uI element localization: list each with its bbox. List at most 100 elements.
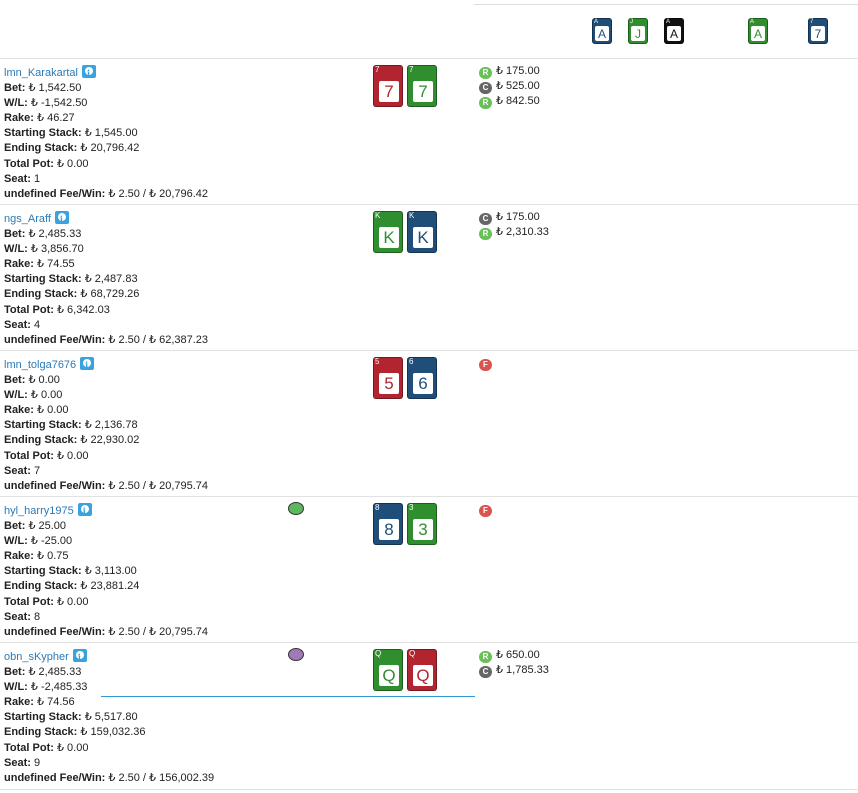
- action-amount: ₺ 175.00: [496, 65, 540, 77]
- action-list: F: [479, 502, 496, 517]
- hole-card: 55: [373, 357, 403, 399]
- info-icon[interactable]: [80, 357, 95, 373]
- stat-value: ₺ 0.00: [56, 595, 89, 608]
- action-item: F: [479, 502, 496, 517]
- action-item: R ₺ 2,310.33: [479, 225, 549, 240]
- hole-cards: QQQQ: [373, 649, 441, 694]
- stat-value: ₺ 2,487.83: [84, 273, 138, 286]
- stat-label: Starting Stack:: [4, 127, 82, 140]
- stat-bet: Bet: ₺ 2,485.33: [4, 227, 208, 242]
- stat-label: Starting Stack:: [4, 273, 82, 286]
- card-rank: K: [379, 227, 399, 248]
- card-corner-rank: Q: [409, 649, 416, 658]
- stat-value: ₺ 2,485.33: [28, 666, 82, 679]
- action-item: R ₺ 175.00: [479, 64, 540, 79]
- card-corner-rank: 7: [409, 65, 414, 74]
- board-card: AA: [592, 18, 612, 44]
- card-corner-rank: K: [375, 211, 381, 220]
- stat-value: ₺ 23,881.24: [80, 580, 140, 593]
- card-corner-rank: A: [750, 19, 755, 25]
- stat-bet: Bet: ₺ 25.00: [4, 519, 208, 534]
- stat-label: Rake:: [4, 404, 34, 417]
- card-rank: 3: [413, 519, 433, 540]
- stat-bet: Bet: ₺ 0.00: [4, 373, 208, 388]
- card-corner-rank: 8: [375, 503, 380, 512]
- card-corner-rank: 5: [375, 357, 380, 366]
- stat-label: Total Pot:: [4, 157, 54, 170]
- stat-value: 1: [33, 172, 41, 185]
- stat-label: Total Pot:: [4, 449, 54, 462]
- player-row: lmn_tolga7676Bet: ₺ 0.00W/L: ₺ 0.00Rake:…: [0, 350, 858, 497]
- stat-label: undefined Fee/Win:: [4, 771, 106, 784]
- stat-value: ₺ 0.00: [56, 741, 89, 754]
- card-corner-rank: Q: [375, 649, 382, 658]
- player-name-link[interactable]: hyl_harry1975: [4, 504, 74, 519]
- info-icon[interactable]: [72, 649, 87, 665]
- player-name-link[interactable]: lmn_tolga7676: [4, 358, 76, 373]
- stat-seat: Seat: 4: [4, 318, 208, 333]
- hole-card: 66: [407, 357, 437, 399]
- card-rank: A: [595, 26, 609, 41]
- action-item: C ₺ 1,785.33: [479, 663, 549, 678]
- dealer-chip-icon: [288, 648, 304, 661]
- stat-label: W/L:: [4, 681, 28, 694]
- stat-starting: Starting Stack: ₺ 2,487.83: [4, 272, 208, 287]
- hole-cards: 7777: [373, 65, 441, 110]
- stat-rake: Rake: ₺ 0.75: [4, 549, 208, 564]
- stat-bet: Bet: ₺ 2,485.33: [4, 665, 214, 680]
- stat-starting: Starting Stack: ₺ 1,545.00: [4, 126, 208, 141]
- stat-ending: Ending Stack: ₺ 23,881.24: [4, 579, 208, 594]
- stat-label: undefined Fee/Win:: [4, 187, 106, 200]
- action-item: C ₺ 175.00: [479, 210, 549, 225]
- player-row: obn_sKypherBet: ₺ 2,485.33W/L: ₺ -2,485.…: [0, 642, 858, 790]
- card-rank: 5: [379, 373, 399, 394]
- card-rank: 7: [811, 26, 825, 41]
- board-card: JJ: [628, 18, 648, 44]
- card-rank: Q: [413, 665, 433, 686]
- stat-value: ₺ 2.50 / ₺ 20,795.74: [108, 479, 209, 492]
- board-card: 77: [808, 18, 828, 44]
- action-list: C ₺ 175.00 R ₺ 2,310.33: [479, 210, 549, 240]
- stat-ending: Ending Stack: ₺ 20,796.42: [4, 141, 208, 156]
- stat-pot: Total Pot: ₺ 0.00: [4, 741, 214, 756]
- stat-value: ₺ 46.27: [37, 112, 75, 125]
- stat-value: ₺ 2.50 / ₺ 156,002.39: [108, 771, 215, 784]
- stat-label: Total Pot:: [4, 595, 54, 608]
- action-list: F: [479, 356, 496, 371]
- info-icon[interactable]: [77, 503, 92, 519]
- stat-value: 7: [33, 464, 41, 477]
- player-name-link[interactable]: ngs_Araff: [4, 212, 51, 227]
- stat-wl: W/L: ₺ 0.00: [4, 388, 208, 403]
- stat-label: Starting Stack:: [4, 711, 82, 724]
- stat-rake: Rake: ₺ 0.00: [4, 403, 208, 418]
- stat-label: Bet:: [4, 228, 26, 241]
- stat-pot: Total Pot: ₺ 0.00: [4, 157, 208, 172]
- card-corner-rank: 3: [409, 503, 414, 512]
- card-corner-rank: K: [409, 211, 415, 220]
- player-name-link[interactable]: obn_sKypher: [4, 650, 69, 665]
- stat-value: ₺ 0.00: [56, 449, 89, 462]
- player-name-link[interactable]: lmn_Karakartal: [4, 66, 78, 81]
- player-info: lmn_KarakartalBet: ₺ 1,542.50W/L: ₺ -1,5…: [4, 65, 208, 202]
- card-rank: K: [413, 227, 433, 248]
- stat-label: undefined Fee/Win:: [4, 625, 106, 638]
- stat-label: Ending Stack:: [4, 580, 78, 593]
- stat-starting: Starting Stack: ₺ 5,517.80: [4, 710, 214, 725]
- card-corner-rank: 7: [375, 65, 380, 74]
- card-corner-rank: J: [630, 19, 633, 25]
- stat-rake: Rake: ₺ 46.27: [4, 111, 208, 126]
- info-icon[interactable]: [81, 65, 96, 81]
- stat-rake: Rake: ₺ 74.56: [4, 695, 214, 710]
- header-divider: [474, 4, 858, 5]
- stat-value: ₺ 22,930.02: [80, 434, 140, 447]
- stat-value: ₺ 0.75: [37, 550, 69, 563]
- hole-cards: KKKK: [373, 211, 441, 256]
- stat-pot: Total Pot: ₺ 0.00: [4, 449, 208, 464]
- info-icon[interactable]: [54, 211, 69, 227]
- stat-label: Bet:: [4, 666, 26, 679]
- stat-pot: Total Pot: ₺ 0.00: [4, 595, 208, 610]
- stat-label: Seat:: [4, 756, 31, 769]
- hole-card: QQ: [407, 649, 437, 691]
- hole-card: 88: [373, 503, 403, 545]
- stat-value: ₺ 0.00: [37, 404, 69, 417]
